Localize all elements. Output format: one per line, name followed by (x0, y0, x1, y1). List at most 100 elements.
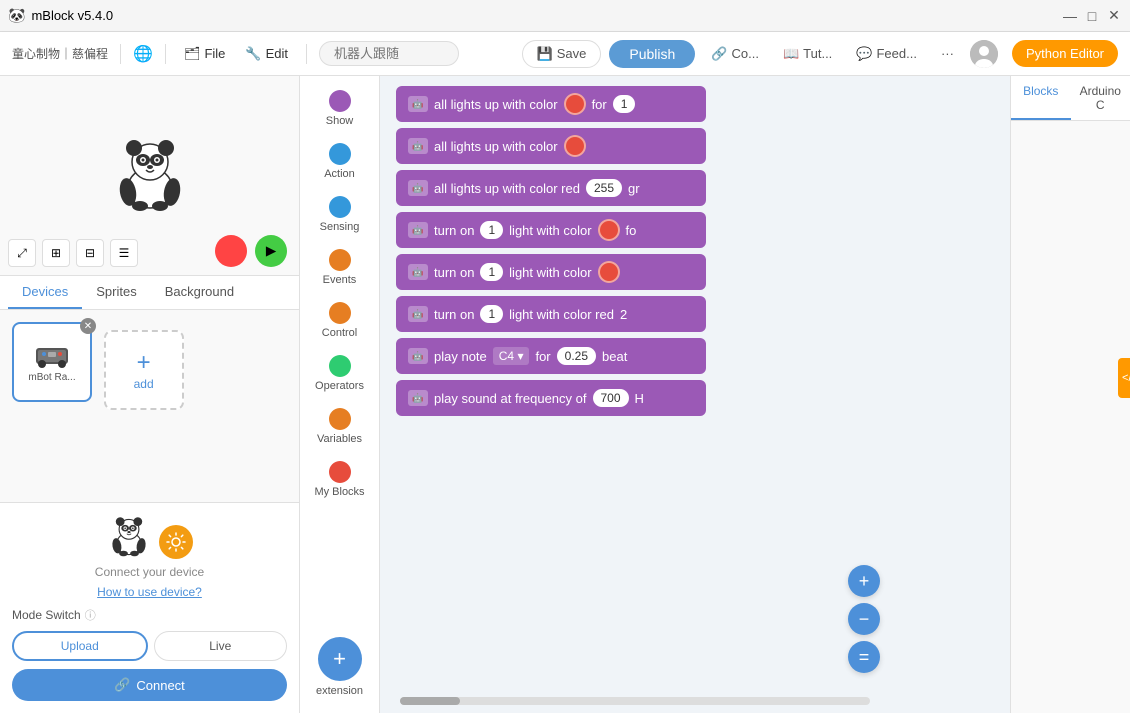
upload-live-row: Upload Live (12, 631, 287, 661)
operators-dot (329, 355, 351, 377)
block-icon-4: 🤖 (408, 222, 428, 238)
tabs-row: Devices Sprites Background (0, 276, 299, 310)
brand-label: 童心制物｜慈偏程 (12, 45, 108, 62)
color-picker-4[interactable] (598, 219, 620, 241)
python-editor-button[interactable]: Python Editor (1012, 40, 1118, 67)
save-icon: 💾 (537, 46, 553, 62)
palette-sensing[interactable]: Sensing (305, 190, 375, 239)
device-remove-icon[interactable]: ✕ (80, 318, 96, 334)
expand-icon[interactable]: ⤢ (8, 239, 36, 267)
zoom-in-button[interactable]: + (848, 565, 880, 597)
block-input-4[interactable]: 1 (480, 221, 503, 239)
zoom-reset-button[interactable]: = (848, 641, 880, 673)
block-text-8b: H (635, 391, 644, 406)
shrink-icon[interactable]: ⊞ (42, 239, 70, 267)
add-label: add (134, 377, 154, 391)
app-logo-icon: 🐼 (8, 7, 25, 24)
publish-button[interactable]: Publish (609, 40, 695, 68)
block-text-1b: for (592, 97, 607, 112)
block-text-7b: for (535, 349, 550, 364)
events-dot (329, 249, 351, 271)
preview-controls: ⤢ ⊞ ⊟ ☰ (8, 239, 138, 267)
save-button[interactable]: 💾 Save (522, 40, 602, 68)
tab-devices[interactable]: Devices (8, 276, 82, 309)
block-play-note[interactable]: 🤖 play note C4 ▾ for 0.25 beat (396, 338, 706, 374)
file-menu[interactable]: 🗂 File (178, 42, 231, 66)
block-input-7[interactable]: 0.25 (557, 347, 596, 365)
more-button[interactable]: ··· (933, 42, 962, 65)
avatar[interactable] (970, 40, 998, 68)
grid-icon[interactable]: ⊟ (76, 239, 104, 267)
block-icon-2: 🤖 (408, 138, 428, 154)
block-text-6b: light with color red (509, 307, 614, 322)
palette-myblocks[interactable]: My Blocks (305, 455, 375, 504)
block-icon-8: 🤖 (408, 390, 428, 406)
color-picker-1[interactable] (564, 93, 586, 115)
device-card-mbot[interactable]: ✕ mBot Ra... (12, 322, 92, 402)
palette-control[interactable]: Control (305, 296, 375, 345)
block-input-5[interactable]: 1 (480, 263, 503, 281)
palette-extension-area: + extension (316, 629, 363, 705)
code-toggle-button[interactable]: </> (1118, 358, 1130, 398)
close-button[interactable]: ✕ (1106, 8, 1122, 24)
search-input[interactable] (319, 41, 459, 66)
palette-operators[interactable]: Operators (305, 349, 375, 398)
block-input-6[interactable]: 1 (480, 305, 503, 323)
block-input-3[interactable]: 255 (586, 179, 622, 197)
palette-variables[interactable]: Variables (305, 402, 375, 451)
tab-arduino[interactable]: Arduino C (1071, 76, 1130, 120)
mbot-icon (34, 342, 70, 370)
palette-events[interactable]: Events (305, 243, 375, 292)
connect-button-main[interactable]: 🔗 Connect (12, 669, 287, 701)
tab-sprites[interactable]: Sprites (82, 276, 150, 309)
add-extension-button[interactable]: + (318, 637, 362, 681)
feedback-button[interactable]: 💬 Feed... (848, 42, 925, 66)
maximize-button[interactable]: □ (1084, 8, 1100, 24)
block-input-1[interactable]: 1 (613, 95, 636, 113)
stop-button[interactable] (215, 235, 247, 267)
block-input-8[interactable]: 700 (593, 389, 629, 407)
list-icon[interactable]: ☰ (110, 239, 138, 267)
title-bar: 🐼 mBlock v5.4.0 — □ ✕ (0, 0, 1130, 32)
menu-globe-icon: 🌐 (133, 44, 153, 64)
zoom-out-button[interactable]: − (848, 603, 880, 635)
block-text-7c: beat (602, 349, 627, 364)
workspace-scrollbar[interactable] (400, 697, 870, 705)
block-icon-6: 🤖 (408, 306, 428, 322)
block-text-5b: light with color (509, 265, 591, 280)
block-turn-on-light-color-for[interactable]: 🤖 turn on 1 light with color fo (396, 212, 706, 248)
zoom-controls: + − = (848, 565, 880, 673)
upload-button[interactable]: Upload (12, 631, 148, 661)
block-turn-on-light-color-red[interactable]: 🤖 turn on 1 light with color red 2 (396, 296, 706, 332)
palette-show[interactable]: Show (305, 84, 375, 133)
block-all-lights-color-for[interactable]: 🤖 all lights up with color for 1 (396, 86, 706, 122)
edit-menu[interactable]: 🔧 Edit (239, 42, 294, 66)
block-icon-7: 🤖 (408, 348, 428, 364)
tab-background[interactable]: Background (151, 276, 248, 309)
right-content-area: </> (1011, 121, 1130, 713)
color-picker-5[interactable] (598, 261, 620, 283)
color-picker-2[interactable] (564, 135, 586, 157)
control-dot (329, 302, 351, 324)
run-button[interactable]: ▶ (255, 235, 287, 267)
how-to-link[interactable]: How to use device? (12, 585, 287, 599)
block-all-lights-color-red[interactable]: 🤖 all lights up with color red 255 gr (396, 170, 706, 206)
minimize-button[interactable]: — (1062, 8, 1078, 24)
add-device-card[interactable]: + add (104, 330, 184, 410)
tab-blocks[interactable]: Blocks (1011, 76, 1071, 120)
note-dropdown[interactable]: C4 ▾ (493, 347, 530, 365)
main-layout: ⤢ ⊞ ⊟ ☰ ▶ Devices Sprites Background ✕ (0, 76, 1130, 713)
menu-divider-2 (165, 44, 166, 64)
block-play-sound[interactable]: 🤖 play sound at frequency of 700 H (396, 380, 706, 416)
tutorial-button[interactable]: 📖 Tut... (775, 42, 840, 66)
block-turn-on-light-color[interactable]: 🤖 turn on 1 light with color (396, 254, 706, 290)
file-icon: 🗂 (184, 46, 201, 62)
block-all-lights-color[interactable]: 🤖 all lights up with color (396, 128, 706, 164)
link-icon: 🔗 (114, 677, 130, 693)
add-icon: + (137, 349, 151, 377)
palette-action[interactable]: Action (305, 137, 375, 186)
panda-small (107, 515, 151, 559)
live-button[interactable]: Live (154, 631, 288, 661)
scrollbar-thumb[interactable] (400, 697, 460, 705)
connect-button[interactable]: 🔗 Co... (703, 42, 767, 66)
